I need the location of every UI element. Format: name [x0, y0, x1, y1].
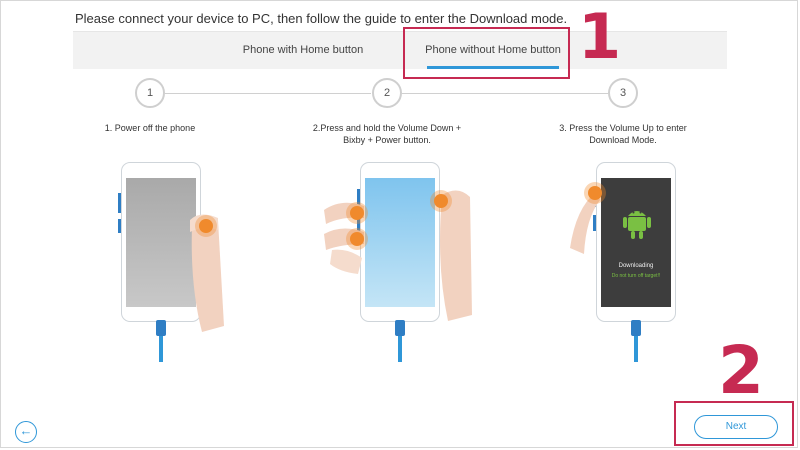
phone-illustration-step-3: Downloading Do not turn off target!! — [593, 162, 676, 322]
step-connector — [165, 93, 371, 94]
back-button[interactable]: ← — [15, 421, 37, 443]
android-robot-icon — [623, 211, 651, 239]
volume-button — [118, 193, 121, 213]
annotation-box-1 — [403, 27, 570, 79]
annotation-number-1: 1 — [578, 0, 622, 73]
bixby-press-indicator — [350, 232, 364, 246]
annotation-number-2: 2 — [718, 332, 764, 409]
step-circle-3: 3 — [608, 78, 638, 108]
bixby-button — [118, 219, 121, 233]
step-2-instruction: 2.Press and hold the Volume Down + Bixby… — [312, 123, 462, 145]
step-3-instruction: 3. Press the Volume Up to enter Download… — [559, 123, 687, 145]
download-warning: Do not turn off target!! — [611, 273, 661, 279]
download-mode-screen: Downloading Do not turn off target!! — [601, 178, 671, 307]
instruction-text: Please connect your device to PC, then f… — [75, 11, 568, 26]
power-button-press-indicator — [434, 194, 448, 208]
tab-label: Phone with Home button — [242, 44, 364, 56]
usb-connector — [395, 320, 405, 336]
volume-down-press-indicator — [350, 206, 364, 220]
phone-screen-on — [365, 178, 435, 307]
volume-up-press-indicator — [588, 186, 602, 200]
device-type-tabs: Phone with Home button Phone without Hom… — [73, 31, 727, 69]
step-connector — [402, 93, 608, 94]
step-circle-1: 1 — [135, 78, 165, 108]
finger-hand-icon — [190, 214, 224, 332]
phone-illustration-step-2 — [357, 162, 440, 322]
step-1-instruction: 1. Power off the phone — [104, 123, 196, 133]
downloading-label: Downloading — [618, 263, 654, 269]
back-arrow-icon: ← — [19, 423, 33, 438]
step-circle-2: 2 — [372, 78, 402, 108]
power-button-press-indicator — [199, 219, 213, 233]
tab-phone-with-home-button[interactable]: Phone with Home button — [223, 32, 383, 69]
usb-connector — [631, 320, 641, 336]
usb-connector — [156, 320, 166, 336]
